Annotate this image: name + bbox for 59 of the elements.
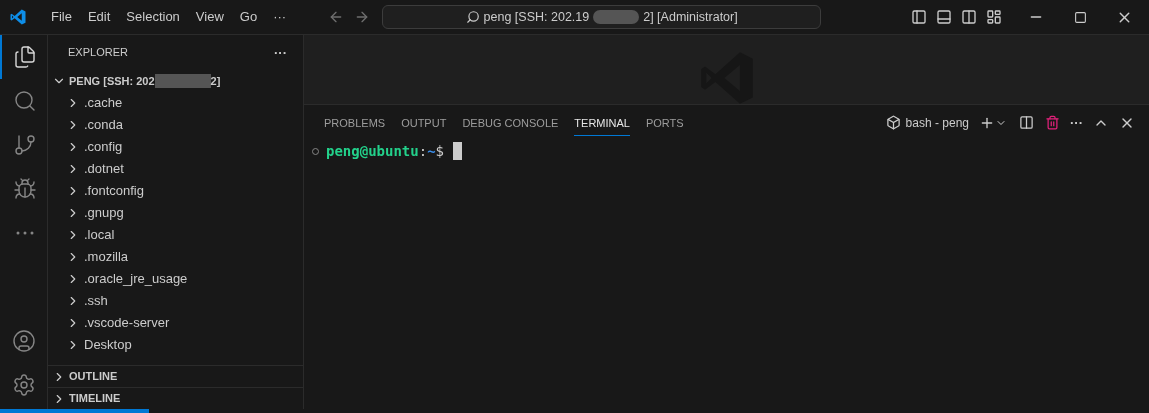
search-icon	[12, 89, 37, 113]
tree-item[interactable]: .gnupg	[48, 202, 303, 224]
more-icon	[15, 231, 34, 235]
tree-root-label: PENG [SSH: 202	[69, 73, 155, 89]
tree-item[interactable]: .fontconfig	[48, 180, 303, 202]
tree-item[interactable]: .cache	[48, 92, 303, 114]
tree-item[interactable]: .local	[48, 224, 303, 246]
tree-item[interactable]: Desktop	[48, 334, 303, 356]
menu-item[interactable]: View	[187, 5, 232, 29]
tree-root-label: 2]	[210, 73, 221, 89]
customize-layout-icon[interactable]	[986, 9, 1003, 25]
menu-item[interactable]: File	[43, 5, 80, 29]
settings-icon[interactable]	[11, 373, 36, 397]
tree-item[interactable]: .dotnet	[48, 158, 303, 180]
app-logo-icon	[9, 8, 27, 26]
prompt-symbol: $	[435, 141, 445, 161]
tree-root[interactable]: PENG [SSH: 202 2]	[48, 70, 303, 92]
tree-item[interactable]: .ssh	[48, 290, 303, 312]
menu-item[interactable]: Edit	[79, 5, 119, 29]
sidebar-title: EXPLORER	[68, 45, 128, 61]
branch-icon	[12, 133, 37, 157]
panel-tab[interactable]: PORTS	[645, 109, 684, 136]
more-actions-button[interactable]: ···	[274, 42, 287, 63]
menu-item[interactable]: ···	[265, 5, 295, 29]
tree-item[interactable]: .oracle_jre_usage	[48, 268, 303, 290]
panel-tab[interactable]: TERMINAL	[574, 109, 630, 136]
tree-item[interactable]: .config	[48, 136, 303, 158]
prompt-separator: :	[418, 141, 428, 161]
files-icon	[12, 45, 37, 69]
menu-item[interactable]: Go	[231, 5, 266, 29]
tree-item[interactable]: .conda	[48, 114, 303, 136]
panel-tab[interactable]: DEBUG CONSOLE	[462, 109, 559, 136]
redaction-mark	[593, 10, 640, 24]
more-actions-button[interactable]: ···	[1070, 112, 1083, 133]
toggle-panel-icon[interactable]	[936, 9, 953, 25]
terminal[interactable]: peng@ubuntu:~$	[304, 140, 1149, 162]
cursor	[453, 142, 463, 160]
account-icon[interactable]	[11, 329, 36, 353]
section-header[interactable]: OUTLINE	[48, 365, 303, 387]
redaction-mark	[154, 74, 211, 88]
split-icon[interactable]	[1019, 115, 1034, 130]
cube-icon	[885, 115, 901, 130]
prompt-path: ~	[427, 141, 436, 161]
bug-icon	[12, 177, 37, 201]
toggle-sidebar-icon[interactable]	[911, 9, 928, 25]
maximize-icon[interactable]	[1074, 10, 1088, 24]
tree-item[interactable]: .mozilla	[48, 246, 303, 268]
command-center-text: 2] [Administrator]	[643, 8, 738, 26]
command-center[interactable]: peng [SSH: 202.19 2] [Administrator]	[382, 5, 822, 29]
tree-item[interactable]: .vscode-server	[48, 312, 303, 334]
trash-icon[interactable]	[1045, 115, 1060, 130]
toggle-secondary-sidebar-icon[interactable]	[961, 9, 978, 25]
prompt-user-host: peng@ubuntu	[326, 141, 419, 161]
menu-item[interactable]: Selection	[118, 5, 188, 29]
command-center-text: peng [SSH: 202.19	[483, 8, 590, 26]
terminal-name[interactable]: bash - peng	[905, 113, 969, 132]
panel-tab[interactable]: OUTPUT	[401, 109, 447, 136]
search-icon	[465, 10, 480, 24]
panel-tab[interactable]: PROBLEMS	[324, 109, 386, 136]
